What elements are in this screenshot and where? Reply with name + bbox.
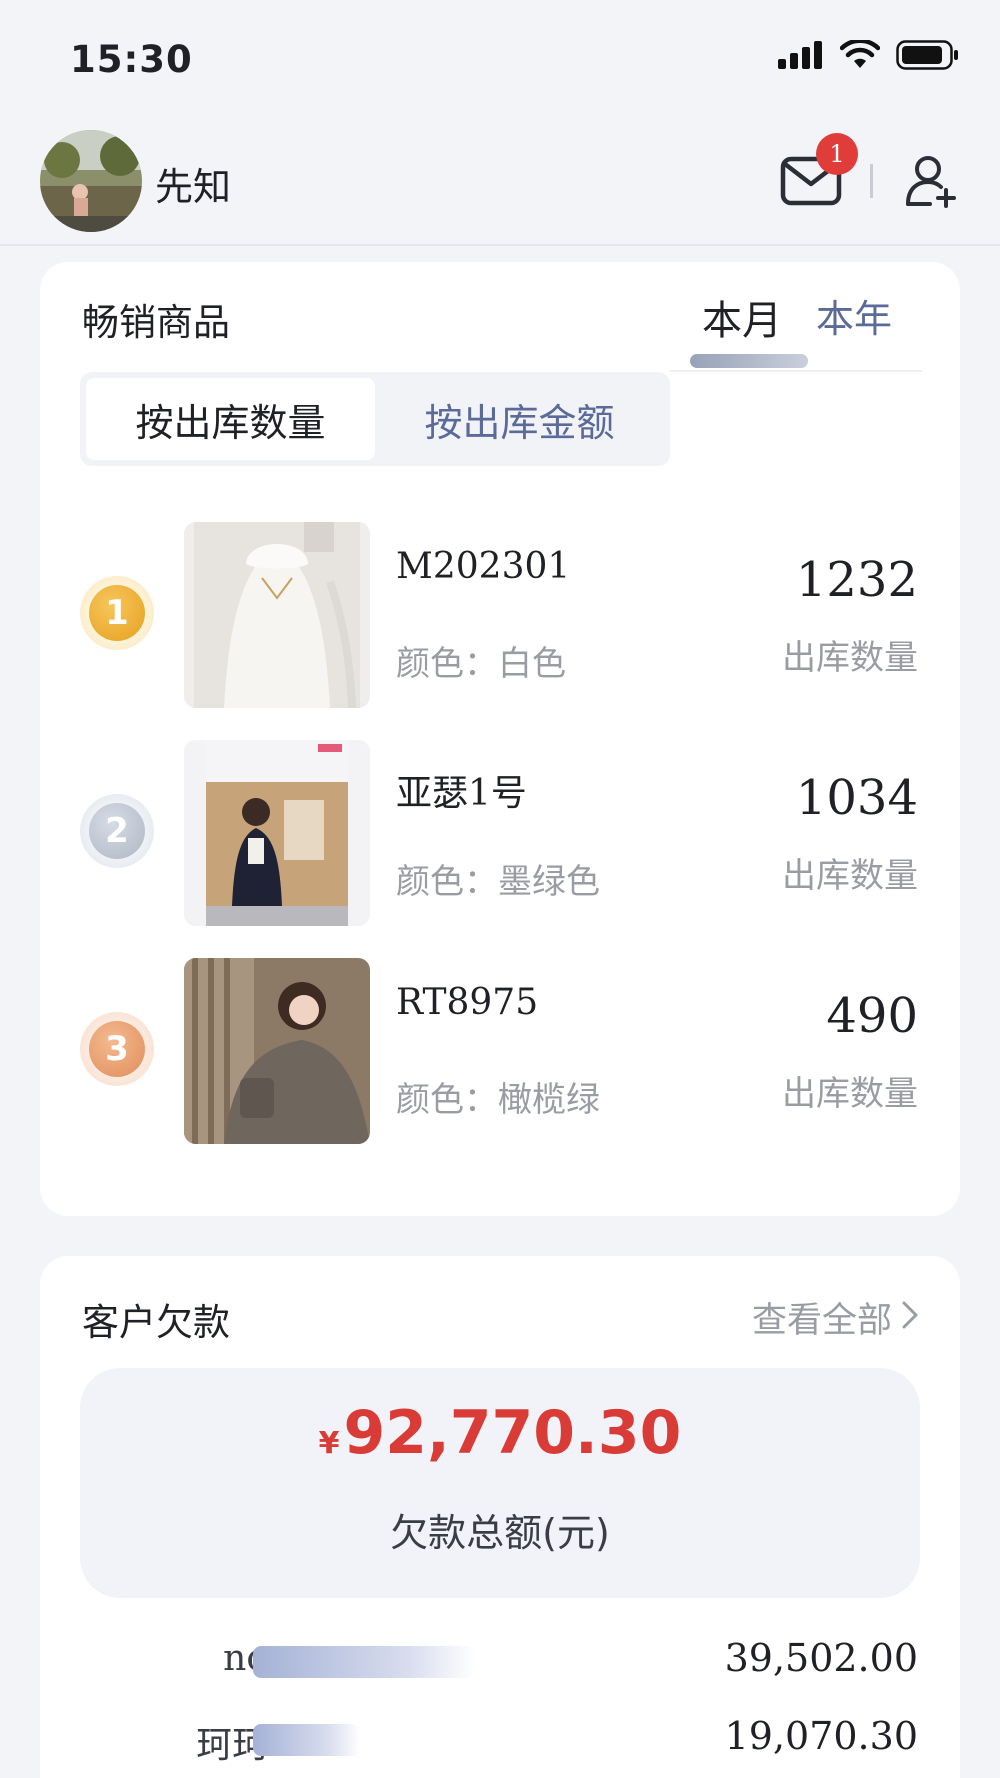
status-time: 15:30 <box>70 38 193 81</box>
add-user-button[interactable] <box>896 148 966 218</box>
product-quantity: 490 <box>826 988 918 1044</box>
tab-this-month-label: 本月 <box>701 298 782 344</box>
avatar[interactable] <box>40 130 142 232</box>
product-thumbnail <box>184 740 370 926</box>
debtor-bar <box>253 1724 360 1756</box>
table-row[interactable]: no 39,502.00 <box>40 1634 960 1694</box>
cellular-signal-icon <box>778 41 824 73</box>
sort-by-amount-tab[interactable]: 按出库金额 <box>375 378 664 460</box>
status-icons <box>778 38 960 74</box>
view-all-link[interactable]: 查看全部 <box>752 1292 918 1343</box>
product-quantity-label: 出库数量 <box>782 1074 918 1114</box>
sort-segment: 按出库数量 按出库金额 <box>80 372 670 466</box>
rank-number: 2 <box>89 803 145 859</box>
app-header: 先知 1 <box>0 120 1000 246</box>
list-item[interactable]: 3 RT8975 颜色：橄榄绿 490 出库数量 <box>40 956 960 1146</box>
active-tab-indicator <box>689 354 808 368</box>
debt-total-amount: ¥92,770.30 <box>80 1398 920 1468</box>
debt-total-label: 欠款总额(元) <box>390 1511 610 1555</box>
sort-by-quantity-tab[interactable]: 按出库数量 <box>86 378 375 460</box>
battery-icon <box>896 40 960 74</box>
debt-total-value: 92,770.30 <box>343 1398 682 1468</box>
table-row[interactable]: 珂珂 19,070.30 <box>40 1712 960 1772</box>
product-quantity: 1232 <box>795 552 918 608</box>
list-item[interactable]: 2 亚瑟1号 颜色：墨绿色 1034 出库数量 <box>40 738 960 928</box>
product-name: RT8975 <box>396 982 539 1023</box>
view-all-label: 查看全部 <box>751 1301 892 1341</box>
product-color: 颜色：白色 <box>396 644 566 684</box>
product-name: M202301 <box>396 546 571 587</box>
product-quantity: 1034 <box>795 770 918 826</box>
product-quantity-label: 出库数量 <box>782 856 918 896</box>
currency-symbol: ¥ <box>318 1426 340 1461</box>
status-bar: 15:30 <box>0 0 1000 120</box>
rank-medal-silver: 2 <box>80 794 154 868</box>
period-tabs: 本月 本年 <box>689 288 892 368</box>
tab-this-year[interactable]: 本年 <box>816 288 892 343</box>
add-user-icon <box>904 154 958 212</box>
customer-debt-title: 客户欠款 <box>82 1301 230 1344</box>
customer-debt-card: 客户欠款 查看全部 ¥92,770.30 欠款总额(元) no 39,502.0… <box>40 1256 960 1778</box>
product-color: 颜色：橄榄绿 <box>396 1080 600 1120</box>
user-name: 先知 <box>155 165 232 209</box>
tab-this-year-label: 本年 <box>815 297 892 341</box>
mail-badge: 1 <box>816 133 858 175</box>
best-sellers-title: 畅销商品 <box>82 301 230 344</box>
product-thumbnail <box>184 522 370 708</box>
tab-this-month[interactable]: 本月 <box>689 288 808 368</box>
list-item[interactable]: 1 M202301 颜色：白色 1232 出库数量 <box>40 520 960 710</box>
period-tabs-divider <box>670 370 922 372</box>
debtor-bar <box>253 1646 475 1678</box>
product-thumbnail <box>184 958 370 1144</box>
rank-number: 1 <box>89 585 145 641</box>
debt-total-box: ¥92,770.30 欠款总额(元) <box>80 1368 920 1598</box>
debtor-amount: 19,070.30 <box>724 1714 918 1758</box>
rank-medal-bronze: 3 <box>80 1012 154 1086</box>
debtor-amount: 39,502.00 <box>724 1636 918 1680</box>
wifi-icon <box>839 38 881 74</box>
rank-medal-gold: 1 <box>80 576 154 650</box>
product-name: 亚瑟1号 <box>396 773 527 814</box>
rank-number: 3 <box>89 1021 145 1077</box>
product-quantity-label: 出库数量 <box>782 638 918 678</box>
header-divider <box>870 164 873 198</box>
product-color: 颜色：墨绿色 <box>396 862 600 902</box>
best-sellers-card: 畅销商品 本月 本年 按出库数量 按出库金额 1 M202301 颜色：白色 1… <box>40 262 960 1216</box>
chevron-right-icon <box>902 1298 918 1338</box>
